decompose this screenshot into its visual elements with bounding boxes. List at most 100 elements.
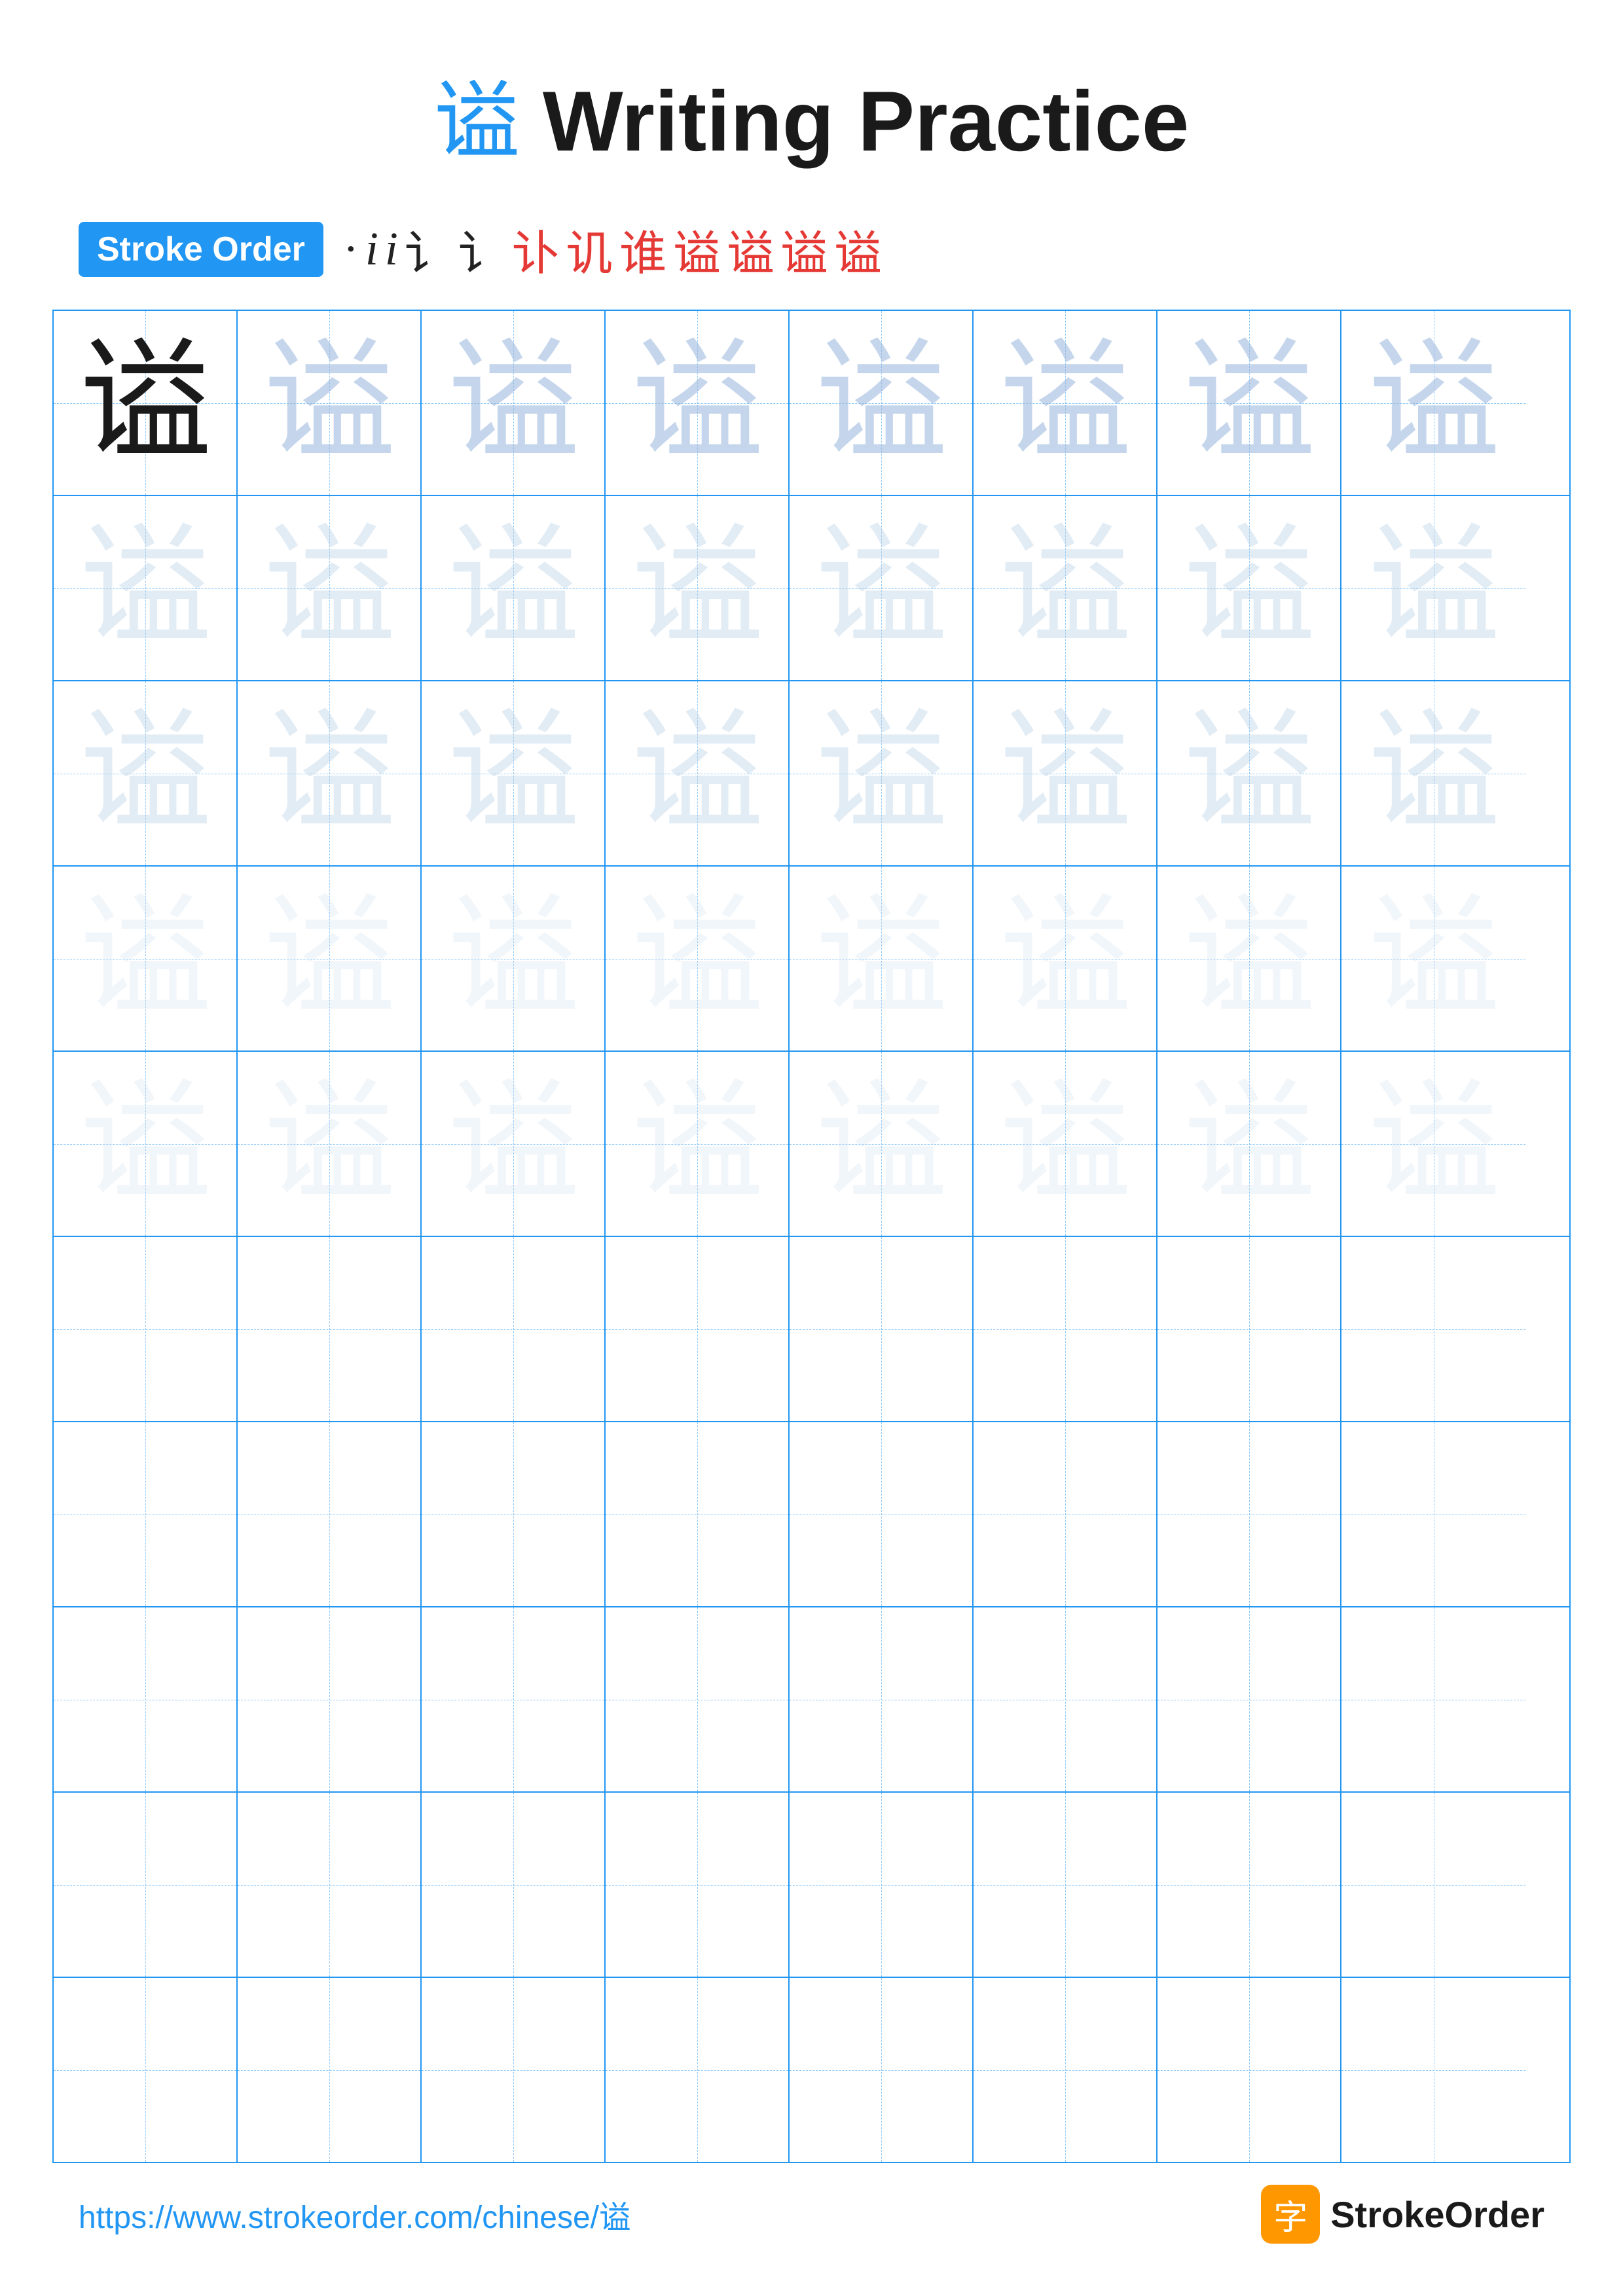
grid-cell-9-3 bbox=[422, 1793, 606, 1977]
grid-cell-1-2: 谥 bbox=[238, 311, 422, 495]
title-chinese-char: 谥 bbox=[434, 75, 519, 170]
char-medium: 谥 bbox=[1183, 338, 1314, 469]
grid-cell-4-1: 谥 bbox=[54, 867, 238, 1050]
grid-cell-10-6 bbox=[974, 1978, 1158, 2162]
char-very-light: 谥 bbox=[1183, 1079, 1314, 1210]
char-very-light: 谥 bbox=[815, 893, 946, 1024]
grid-cell-10-4 bbox=[606, 1978, 790, 2162]
char-light: 谥 bbox=[1183, 523, 1314, 654]
grid-cell-3-8: 谥 bbox=[1341, 681, 1525, 865]
grid-cell-6-4 bbox=[606, 1237, 790, 1421]
char-light: 谥 bbox=[631, 708, 762, 839]
grid-cell-9-8 bbox=[1341, 1793, 1525, 1977]
grid-cell-6-3 bbox=[422, 1237, 606, 1421]
grid-cell-7-1 bbox=[54, 1422, 238, 1606]
char-very-light: 谥 bbox=[263, 1079, 394, 1210]
grid-cell-1-5: 谥 bbox=[790, 311, 974, 495]
writing-grid: 谥 谥 谥 谥 谥 谥 谥 谥 谥 谥 谥 bbox=[52, 310, 1571, 2163]
grid-cell-9-7 bbox=[1158, 1793, 1341, 1977]
grid-cell-5-5: 谥 bbox=[790, 1052, 974, 1236]
grid-cell-8-5 bbox=[790, 1607, 974, 1791]
grid-row-9 bbox=[54, 1793, 1569, 1978]
char-medium: 谥 bbox=[999, 338, 1130, 469]
char-medium: 谥 bbox=[447, 338, 578, 469]
char-very-light: 谥 bbox=[263, 893, 394, 1024]
grid-cell-7-7 bbox=[1158, 1422, 1341, 1606]
grid-cell-5-3: 谥 bbox=[422, 1052, 606, 1236]
grid-cell-8-8 bbox=[1341, 1607, 1525, 1791]
grid-cell-7-8 bbox=[1341, 1422, 1525, 1606]
grid-cell-5-8: 谥 bbox=[1341, 1052, 1525, 1236]
grid-cell-10-3 bbox=[422, 1978, 606, 2162]
grid-row-6 bbox=[54, 1237, 1569, 1422]
grid-cell-2-4: 谥 bbox=[606, 496, 790, 680]
grid-cell-8-6 bbox=[974, 1607, 1158, 1791]
grid-cell-7-5 bbox=[790, 1422, 974, 1606]
grid-cell-1-3: 谥 bbox=[422, 311, 606, 495]
char-light: 谥 bbox=[263, 708, 394, 839]
char-dark: 谥 bbox=[79, 338, 210, 469]
grid-cell-4-3: 谥 bbox=[422, 867, 606, 1050]
grid-cell-6-6 bbox=[974, 1237, 1158, 1421]
grid-row-5: 谥 谥 谥 谥 谥 谥 谥 谥 bbox=[54, 1052, 1569, 1237]
grid-row-8 bbox=[54, 1607, 1569, 1793]
char-medium: 谥 bbox=[815, 338, 946, 469]
grid-cell-1-6: 谥 bbox=[974, 311, 1158, 495]
stroke-10: 谥 bbox=[727, 215, 774, 283]
char-very-light: 谥 bbox=[1368, 1079, 1499, 1210]
grid-row-2: 谥 谥 谥 谥 谥 谥 谥 谥 bbox=[54, 496, 1569, 681]
stroke-chars: · i i 讠 讠 讣 讥 谁 谥 谥 谥 谥 bbox=[343, 215, 881, 283]
grid-cell-3-7: 谥 bbox=[1158, 681, 1341, 865]
stroke-9: 谥 bbox=[673, 215, 720, 283]
stroke-4: 讠 bbox=[405, 215, 452, 283]
footer-url[interactable]: https://www.strokeorder.com/chinese/谥 bbox=[79, 2191, 630, 2237]
char-light: 谥 bbox=[1183, 708, 1314, 839]
grid-cell-4-6: 谥 bbox=[974, 867, 1158, 1050]
grid-cell-6-7 bbox=[1158, 1237, 1341, 1421]
char-very-light: 谥 bbox=[999, 1079, 1130, 1210]
grid-cell-5-2: 谥 bbox=[238, 1052, 422, 1236]
char-light: 谥 bbox=[999, 523, 1130, 654]
grid-cell-2-1: 谥 bbox=[54, 496, 238, 680]
logo-text: StrokeOrder bbox=[1330, 2193, 1544, 2236]
char-light: 谥 bbox=[447, 708, 578, 839]
stroke-order-badge: Stroke Order bbox=[79, 222, 323, 277]
char-light: 谥 bbox=[999, 708, 1130, 839]
grid-cell-5-6: 谥 bbox=[974, 1052, 1158, 1236]
grid-cell-5-1: 谥 bbox=[54, 1052, 238, 1236]
grid-cell-10-5 bbox=[790, 1978, 974, 2162]
char-light: 谥 bbox=[263, 523, 394, 654]
char-light: 谥 bbox=[631, 523, 762, 654]
stroke-5: 讠 bbox=[458, 215, 505, 283]
grid-cell-9-1 bbox=[54, 1793, 238, 1977]
grid-cell-2-2: 谥 bbox=[238, 496, 422, 680]
char-medium: 谥 bbox=[263, 338, 394, 469]
grid-cell-9-6 bbox=[974, 1793, 1158, 1977]
grid-cell-7-3 bbox=[422, 1422, 606, 1606]
grid-cell-5-7: 谥 bbox=[1158, 1052, 1341, 1236]
grid-cell-3-1: 谥 bbox=[54, 681, 238, 865]
stroke-8: 谁 bbox=[619, 215, 666, 283]
grid-cell-6-8 bbox=[1341, 1237, 1525, 1421]
grid-cell-9-2 bbox=[238, 1793, 422, 1977]
grid-cell-4-8: 谥 bbox=[1341, 867, 1525, 1050]
footer-logo: 字 StrokeOrder bbox=[1261, 2185, 1544, 2244]
stroke-1: · bbox=[343, 222, 359, 276]
grid-cell-6-2 bbox=[238, 1237, 422, 1421]
title-area: 谥 Writing Practice bbox=[0, 0, 1623, 215]
grid-cell-1-8: 谥 bbox=[1341, 311, 1525, 495]
grid-row-10 bbox=[54, 1978, 1569, 2162]
grid-cell-10-1 bbox=[54, 1978, 238, 2162]
grid-cell-2-8: 谥 bbox=[1341, 496, 1525, 680]
grid-cell-8-4 bbox=[606, 1607, 790, 1791]
grid-row-1: 谥 谥 谥 谥 谥 谥 谥 谥 bbox=[54, 311, 1569, 496]
char-very-light: 谥 bbox=[447, 893, 578, 1024]
grid-cell-9-4 bbox=[606, 1793, 790, 1977]
char-very-light: 谥 bbox=[1183, 893, 1314, 1024]
char-very-light: 谥 bbox=[815, 1079, 946, 1210]
grid-cell-4-4: 谥 bbox=[606, 867, 790, 1050]
stroke-3: i bbox=[385, 222, 398, 276]
stroke-6: 讣 bbox=[512, 215, 559, 283]
grid-cell-9-5 bbox=[790, 1793, 974, 1977]
grid-cell-3-5: 谥 bbox=[790, 681, 974, 865]
